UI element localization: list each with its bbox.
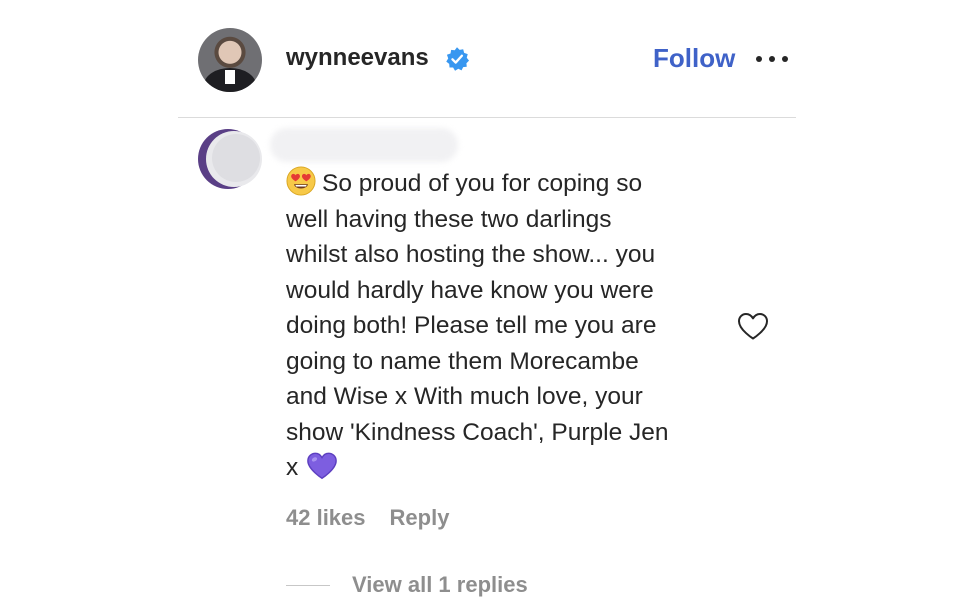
author-username[interactable]: wynneevans <box>286 44 429 72</box>
purple-heart-icon <box>307 452 338 480</box>
replies-divider <box>286 584 330 586</box>
author-avatar[interactable] <box>198 28 262 92</box>
heart-outline-icon[interactable] <box>736 311 770 341</box>
verified-badge-icon <box>446 47 470 71</box>
follow-button[interactable]: Follow <box>653 43 735 74</box>
view-replies-button[interactable]: View all 1 replies <box>352 572 528 598</box>
comment-line: doing both! Please tell me you are <box>286 312 657 339</box>
comment-meta: 42 likes Reply <box>286 505 449 531</box>
likes-count[interactable]: 42 likes <box>286 505 366 531</box>
comment-line: x <box>286 450 726 486</box>
view-replies[interactable]: View all 1 replies <box>286 571 528 599</box>
comment-body: So proud of you for coping so well havin… <box>286 166 726 486</box>
commenter-avatar[interactable] <box>197 127 265 191</box>
instagram-comment-view: wynneevans Follow So proud of you for co… <box>0 0 980 613</box>
comment-line: whilst also hosting the show... you <box>286 241 656 268</box>
smiling-face-with-heart-eyes-icon <box>286 166 316 196</box>
more-horizontal-icon[interactable] <box>756 52 796 66</box>
comment-line: and Wise x With much love, your <box>286 383 643 410</box>
comment-line: going to name them Morecambe <box>286 347 639 375</box>
commenter-username-redacted <box>270 128 458 162</box>
comment-line: well having these two darlings <box>286 205 612 233</box>
comment-line: would hardly have know you were <box>286 276 654 304</box>
reply-button[interactable]: Reply <box>390 505 450 531</box>
comment-line: show 'Kindness Coach', Purple Jen <box>286 418 669 446</box>
header-divider <box>178 117 796 118</box>
comment-line: So proud of you for coping so <box>286 166 726 202</box>
